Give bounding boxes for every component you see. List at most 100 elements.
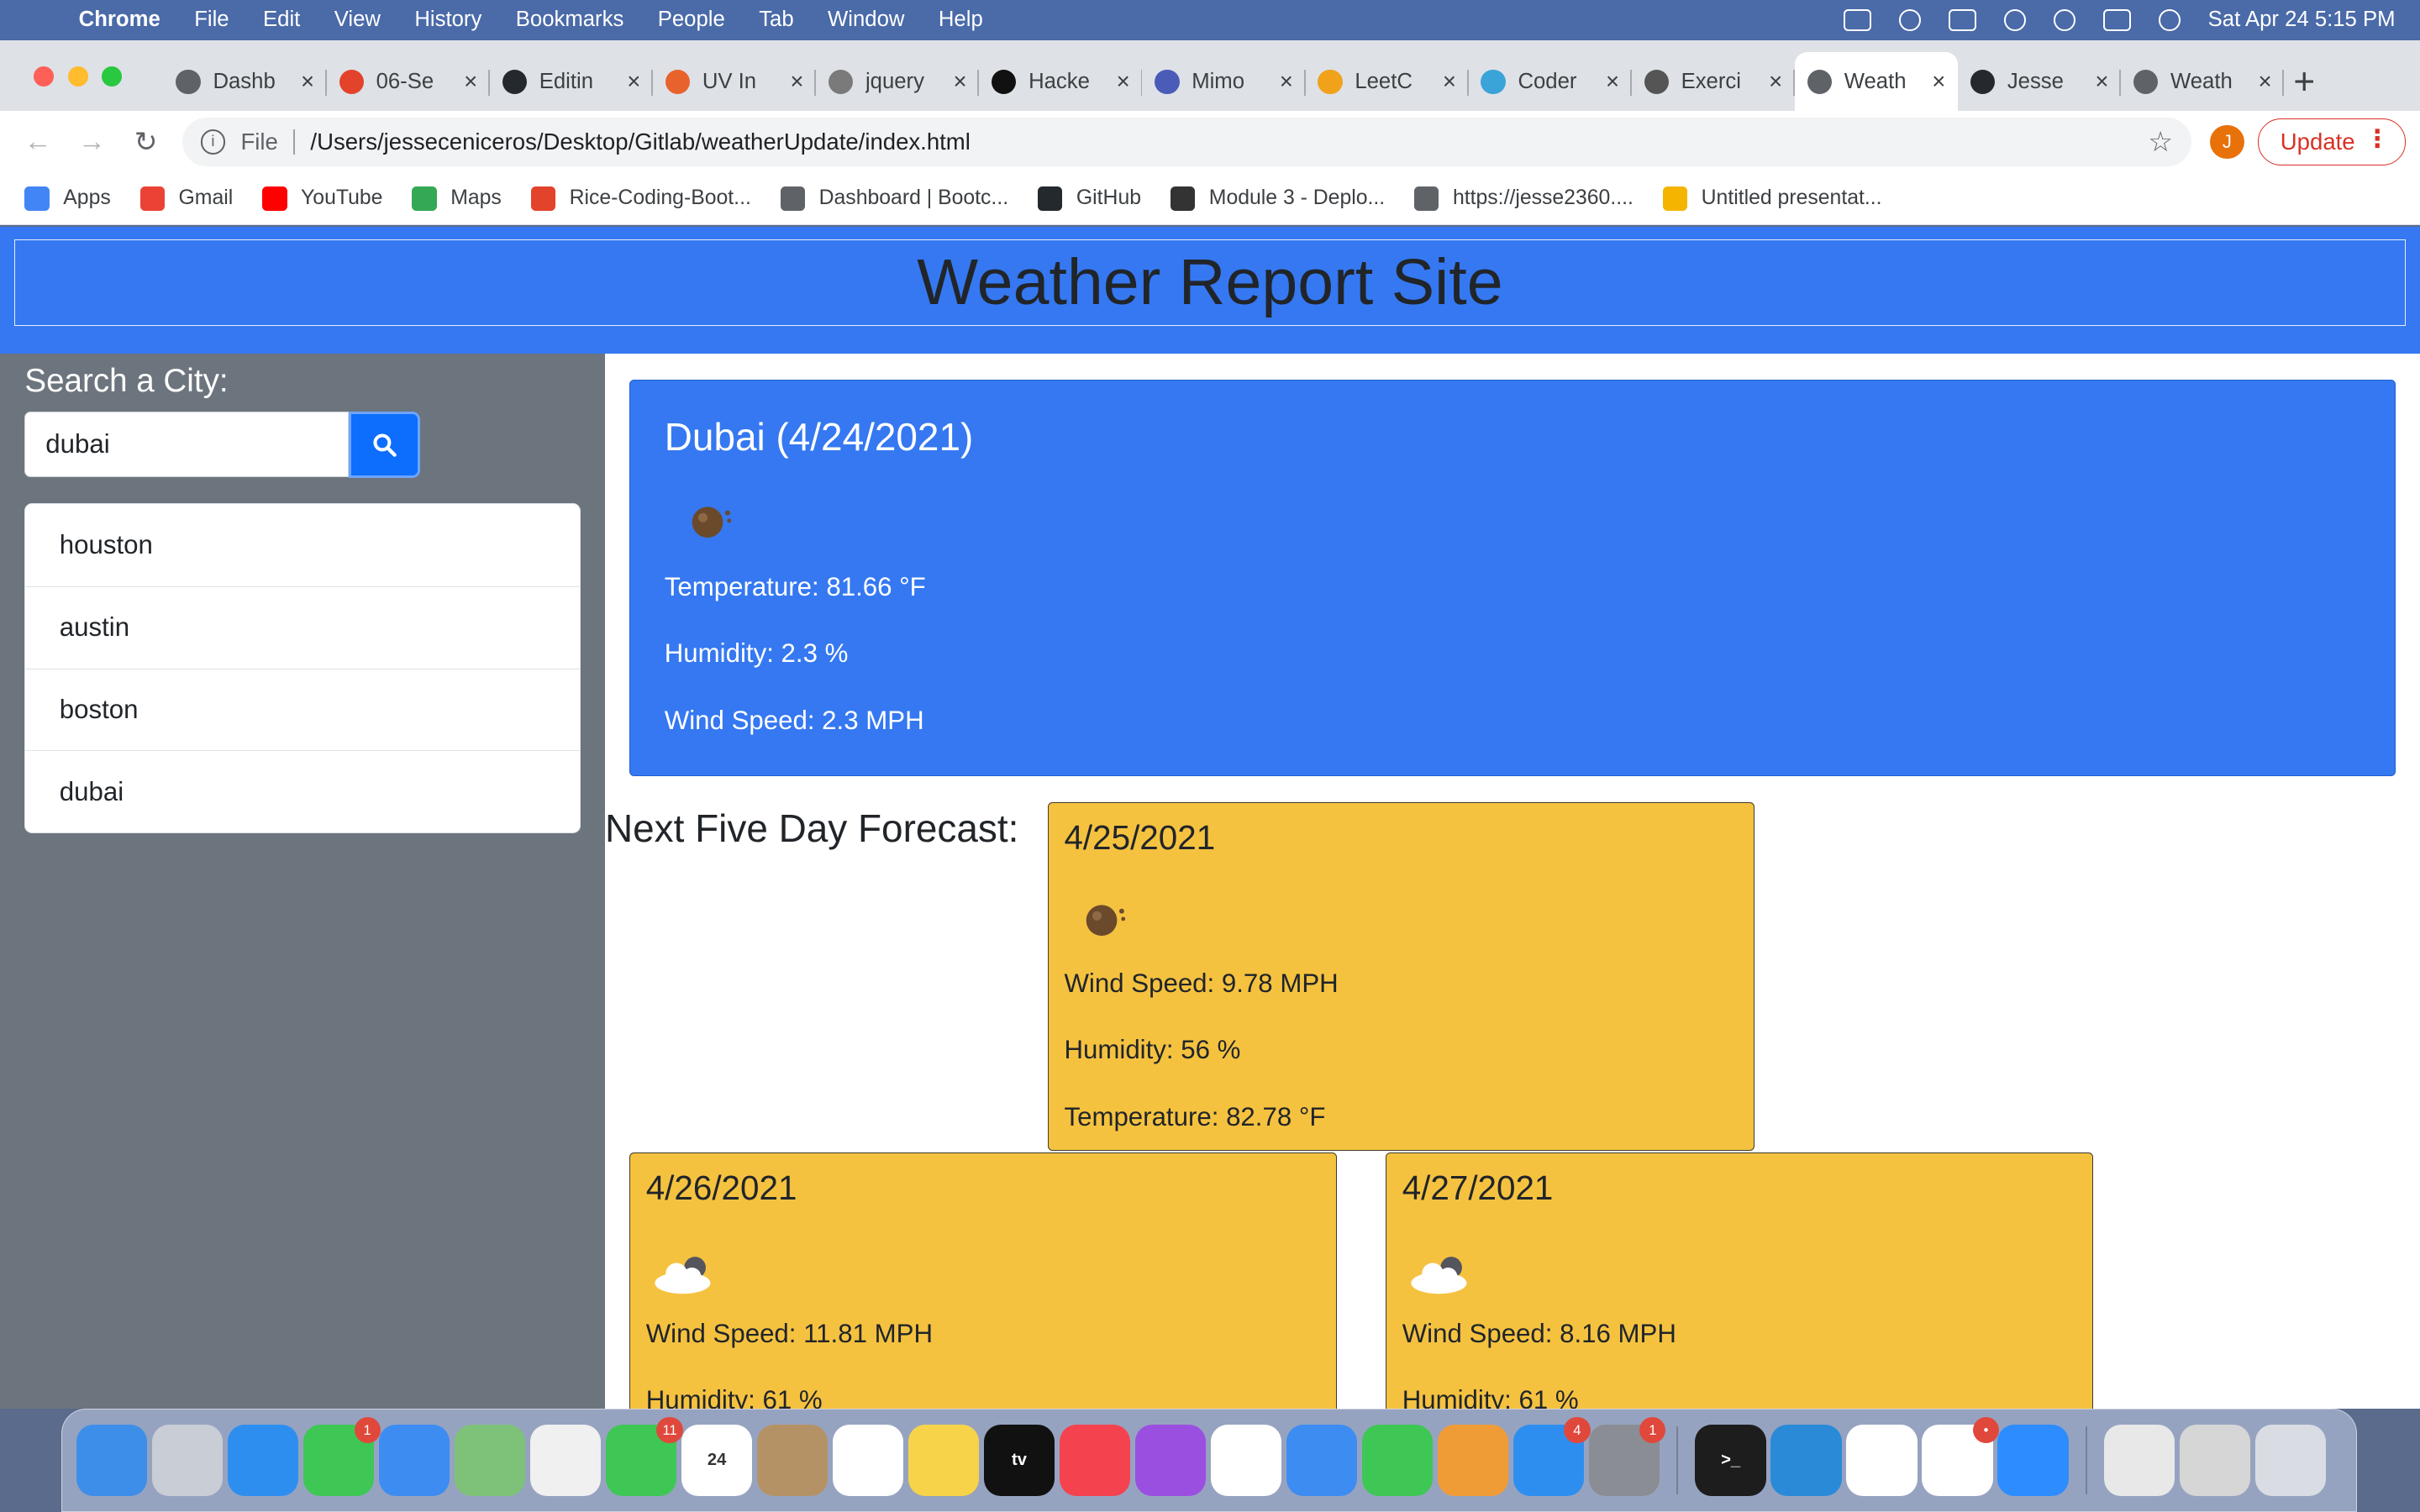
contacts-icon[interactable]	[756, 1425, 829, 1496]
safari-icon[interactable]	[227, 1425, 299, 1496]
browser-tab[interactable]: LeetC ×	[1306, 52, 1469, 111]
bookmark-item[interactable]: Module 3 - Deplo...	[1170, 186, 1385, 212]
new-tab-button[interactable]: +	[2293, 61, 2315, 103]
siri-icon[interactable]	[2158, 9, 2181, 31]
numbers-icon[interactable]	[1361, 1425, 1434, 1496]
url-text[interactable]: /Users/jesseceniceros/Desktop/Gitlab/wea…	[310, 129, 970, 155]
zoom-window-button[interactable]	[102, 66, 123, 87]
browser-tab[interactable]: Weath ×	[2121, 52, 2284, 111]
facetime-icon[interactable]: 11	[605, 1417, 683, 1496]
menu-people[interactable]: People	[641, 8, 742, 32]
bookmark-item[interactable]: GitHub	[1037, 186, 1141, 212]
control-center-icon[interactable]	[2102, 9, 2131, 31]
menu-tab[interactable]: Tab	[742, 8, 811, 32]
address-bar[interactable]: i File /Users/jesseceniceros/Desktop/Git…	[182, 117, 2192, 167]
menu-bookmarks[interactable]: Bookmarks	[499, 8, 641, 32]
menu-window[interactable]: Window	[811, 8, 922, 32]
close-tab-icon[interactable]: ×	[790, 68, 803, 95]
tv-icon[interactable]: tv	[983, 1425, 1055, 1496]
bookmark-item[interactable]: Maps	[412, 186, 502, 212]
menu-edit[interactable]: Edit	[246, 8, 318, 32]
menu-help[interactable]: Help	[922, 8, 1000, 32]
system-preferences-icon[interactable]: 1	[1588, 1417, 1666, 1496]
search-button[interactable]	[349, 412, 420, 479]
archive-icon[interactable]	[2103, 1425, 2175, 1496]
trash-icon[interactable]	[2254, 1425, 2327, 1496]
history-city-item[interactable]: houston	[25, 504, 579, 586]
menu-chrome[interactable]: Chrome	[61, 8, 177, 32]
browser-tab[interactable]: Mimo ×	[1142, 52, 1305, 111]
browser-tab[interactable]: 06-Se ×	[327, 52, 490, 111]
minimize-window-button[interactable]	[67, 66, 88, 87]
forward-arrow-icon[interactable]: →	[65, 126, 118, 158]
browser-tab[interactable]: UV In ×	[653, 52, 816, 111]
podcasts-icon[interactable]	[1134, 1425, 1207, 1496]
menu-view[interactable]: View	[318, 8, 398, 32]
browser-tab[interactable]: Editin ×	[490, 52, 653, 111]
info-icon[interactable]: i	[200, 129, 226, 155]
music-icon[interactable]	[1059, 1425, 1131, 1496]
browser-tab[interactable]: jquery ×	[816, 52, 979, 111]
calendar-icon[interactable]: 24	[681, 1425, 753, 1496]
keynote-icon[interactable]	[1286, 1425, 1358, 1496]
history-city-item[interactable]: boston	[25, 668, 580, 751]
bookmark-star-icon[interactable]: ☆	[2148, 125, 2173, 159]
zoom-status-icon[interactable]	[1844, 9, 1872, 31]
document-icon[interactable]	[2179, 1425, 2251, 1496]
spotlight-search-icon[interactable]	[2054, 9, 2075, 31]
mail-icon[interactable]	[378, 1425, 450, 1496]
terminal-icon[interactable]: >_	[1695, 1425, 1766, 1496]
messages-icon[interactable]: 1	[302, 1417, 381, 1496]
history-city-item[interactable]: dubai	[25, 750, 580, 832]
menu-file[interactable]: File	[177, 8, 246, 32]
photos-icon[interactable]	[529, 1425, 602, 1496]
maps-icon[interactable]	[454, 1425, 526, 1496]
slack-icon[interactable]: •	[1922, 1417, 2000, 1496]
close-tab-icon[interactable]: ×	[1280, 68, 1293, 95]
close-tab-icon[interactable]: ×	[1932, 68, 1945, 95]
bookmark-item[interactable]: Rice-Coding-Boot...	[530, 186, 751, 212]
finder-icon[interactable]	[76, 1425, 148, 1496]
close-tab-icon[interactable]: ×	[464, 68, 477, 95]
close-tab-icon[interactable]: ×	[2095, 68, 2108, 95]
launchpad-icon[interactable]	[151, 1425, 224, 1496]
reminders-icon[interactable]	[832, 1425, 904, 1496]
profile-avatar[interactable]: J	[2210, 124, 2244, 160]
zoom-icon[interactable]	[1997, 1425, 2069, 1496]
city-search-input[interactable]	[24, 412, 350, 477]
bookmark-item[interactable]: Dashboard | Bootc...	[780, 186, 1008, 212]
browser-tab[interactable]: Coder ×	[1469, 52, 1632, 111]
browser-tab[interactable]: Jesse ×	[1958, 52, 2121, 111]
close-tab-icon[interactable]: ×	[1769, 68, 1782, 95]
notes-icon[interactable]	[908, 1425, 980, 1496]
app-store-icon[interactable]: 4	[1512, 1417, 1591, 1496]
menu-history[interactable]: History	[397, 8, 498, 32]
news-icon[interactable]	[1210, 1425, 1282, 1496]
bookmark-item[interactable]: YouTube	[262, 186, 382, 212]
wifi-icon[interactable]	[2004, 9, 2027, 31]
bookmark-item[interactable]: https://jesse2360....	[1414, 186, 1634, 212]
browser-tab[interactable]: Dashb ×	[164, 52, 327, 111]
cloud-icon[interactable]	[1899, 9, 1922, 31]
history-city-item[interactable]: austin	[25, 585, 580, 669]
close-tab-icon[interactable]: ×	[1606, 68, 1619, 95]
close-tab-icon[interactable]: ×	[1117, 68, 1130, 95]
close-tab-icon[interactable]: ×	[2259, 68, 2272, 95]
update-button[interactable]: Update ⋮	[2258, 118, 2407, 165]
close-window-button[interactable]	[34, 66, 55, 87]
back-arrow-icon[interactable]: ←	[11, 126, 65, 158]
reload-icon[interactable]: ↻	[118, 125, 172, 159]
chrome-icon[interactable]	[1846, 1425, 1918, 1496]
battery-icon[interactable]	[1949, 9, 1977, 31]
browser-tab[interactable]: Exerci ×	[1632, 52, 1795, 111]
bookmark-item[interactable]: Untitled presentat...	[1662, 186, 1882, 212]
close-tab-icon[interactable]: ×	[627, 68, 640, 95]
close-tab-icon[interactable]: ×	[301, 68, 314, 95]
bookmark-item[interactable]: Apps	[24, 186, 111, 212]
bookmark-item[interactable]: Gmail	[139, 186, 233, 212]
vscode-icon[interactable]	[1770, 1425, 1842, 1496]
close-tab-icon[interactable]: ×	[954, 68, 967, 95]
close-tab-icon[interactable]: ×	[1443, 68, 1456, 95]
browser-tab[interactable]: Hacke ×	[979, 52, 1142, 111]
more-menu-icon[interactable]: ⋮	[2365, 124, 2390, 154]
